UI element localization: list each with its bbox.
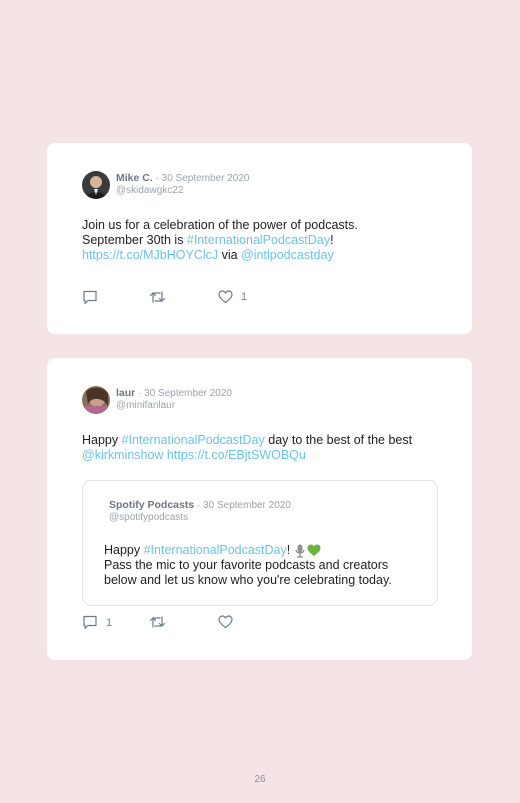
reply-count: 1 xyxy=(106,616,113,629)
like-button[interactable] xyxy=(218,615,241,629)
reply-icon xyxy=(83,615,97,630)
tweet-actions: 1 xyxy=(82,615,282,631)
tweet-header: laur · 30 September 2020 @minifanlaur xyxy=(82,386,232,414)
tweet-header: Mike C. · 30 September 2020 @skidawgkc22 xyxy=(82,171,250,199)
author-meta: Mike C. · 30 September 2020 @skidawgkc22 xyxy=(116,171,250,197)
tweet-text: Join us for a celebration of the power o… xyxy=(82,218,358,263)
tweet-text-part: Join us for a celebration of the power o… xyxy=(82,218,358,232)
tweet-line: September 30th is #InternationalPodcastD… xyxy=(82,233,358,248)
author-meta: Spotify Podcasts · 30 September 2020 @sp… xyxy=(109,498,291,524)
tweet-date: · 30 September 2020 xyxy=(135,388,232,399)
tweet-text-part: via xyxy=(218,248,242,262)
retweet-button[interactable] xyxy=(149,615,174,629)
reply-icon xyxy=(83,290,97,305)
tweet-line: below and let us know who you're celebra… xyxy=(104,573,392,588)
like-button[interactable]: 1 xyxy=(218,290,247,304)
tweet-actions: 1 xyxy=(82,290,282,306)
tweet-line: Pass the mic to your favorite podcasts a… xyxy=(104,558,392,573)
retweet-icon xyxy=(149,616,166,628)
author-meta: laur · 30 September 2020 @minifanlaur xyxy=(116,386,232,412)
quoted-tweet-header: Spotify Podcasts · 30 September 2020 @sp… xyxy=(109,498,291,524)
quoted-tweet-text: Happy #InternationalPodcastDay! Pass the… xyxy=(104,543,392,588)
page: Mike C. · 30 September 2020 @skidawgkc22… xyxy=(0,0,520,803)
retweet-button[interactable] xyxy=(149,290,174,304)
tweet-text-part: ! xyxy=(330,233,334,247)
author-handle[interactable]: @skidawgkc22 xyxy=(116,185,250,197)
tweet-line: Happy #InternationalPodcastDay day to th… xyxy=(82,433,412,448)
tweet-text-part: Happy xyxy=(82,433,122,447)
tweet-text-part: September 30th is xyxy=(82,233,187,247)
hashtag-link[interactable]: #InternationalPodcastDay xyxy=(122,433,265,447)
avatar[interactable] xyxy=(82,171,110,199)
mention-link[interactable]: @intlpodcastday xyxy=(241,248,334,262)
avatar[interactable] xyxy=(82,386,110,414)
tweet-text-part: day to the best of the best xyxy=(264,433,413,447)
microphone-emoji xyxy=(295,544,305,557)
tweet-text: Happy #InternationalPodcastDay day to th… xyxy=(82,433,412,463)
like-icon xyxy=(218,290,233,304)
tweet-date: · 30 September 2020 xyxy=(194,500,291,511)
hashtag-link[interactable]: #InternationalPodcastDay xyxy=(187,233,330,247)
mention-link[interactable]: @kirkminshow xyxy=(82,448,163,462)
author-name[interactable]: Spotify Podcasts xyxy=(109,499,194,511)
retweet-icon xyxy=(149,291,166,303)
tweet-line: Happy #InternationalPodcastDay! xyxy=(104,543,392,558)
like-count: 1 xyxy=(241,291,248,303)
author-handle[interactable]: @spotifypodcasts xyxy=(109,512,291,524)
green-heart-emoji xyxy=(307,544,321,556)
like-icon xyxy=(218,615,233,629)
quoted-tweet[interactable]: Spotify Podcasts · 30 September 2020 @sp… xyxy=(82,480,438,606)
tweet-text-part: ! xyxy=(286,543,294,557)
author-name[interactable]: Mike C. xyxy=(116,172,153,184)
url-link[interactable]: https://t.co/MJbHOYClcJ xyxy=(82,248,218,262)
tweet-line: @kirkminshow https://t.co/EBjtSWOBQu xyxy=(82,448,412,463)
tweet-line: https://t.co/MJbHOYClcJ via @intlpodcast… xyxy=(82,248,358,263)
tweet-text-part: below and let us know who you're celebra… xyxy=(104,573,392,587)
author-name[interactable]: laur xyxy=(116,387,135,399)
page-number: 26 xyxy=(254,774,266,785)
tweet-line: Join us for a celebration of the power o… xyxy=(82,218,358,233)
tweet-card: laur · 30 September 2020 @minifanlaur Ha… xyxy=(47,358,472,660)
tweet-date: · 30 September 2020 xyxy=(152,173,250,184)
tweet-text-part: Happy xyxy=(104,543,144,557)
hashtag-link[interactable]: #InternationalPodcastDay xyxy=(144,543,287,558)
tweet-card: Mike C. · 30 September 2020 @skidawgkc22… xyxy=(47,143,472,334)
author-handle[interactable]: @minifanlaur xyxy=(116,400,232,412)
reply-button[interactable]: 1 xyxy=(82,615,112,630)
reply-button[interactable] xyxy=(82,290,106,305)
tweet-text-part: Pass the mic to your favorite podcasts a… xyxy=(104,558,389,572)
url-link[interactable]: https://t.co/EBjtSWOBQu xyxy=(163,448,306,462)
